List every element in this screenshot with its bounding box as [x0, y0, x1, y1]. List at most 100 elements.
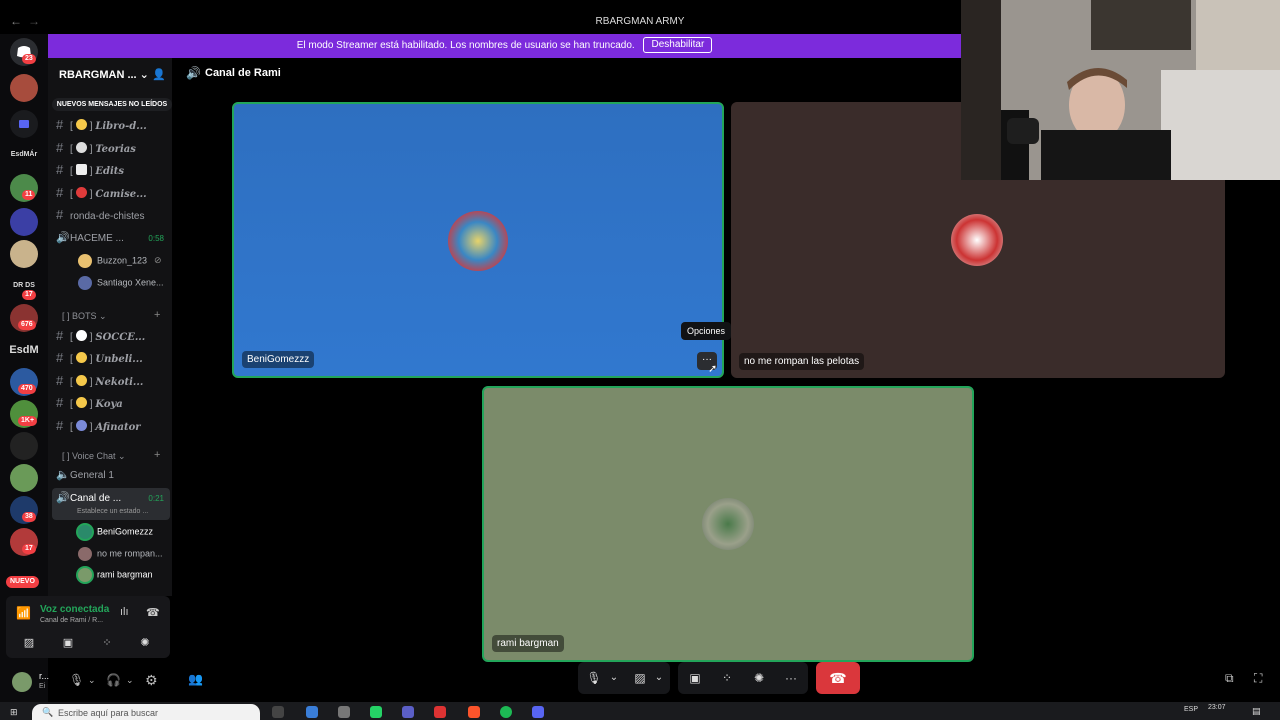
username[interactable]: r... — [39, 671, 49, 681]
video-tile[interactable]: rami bargman — [482, 386, 974, 662]
activities-icon[interactable]: ⁘ — [716, 662, 738, 694]
microphone-icon[interactable]: 🎙 — [586, 662, 602, 694]
category-voice-chat[interactable]: [ ] Voice Chat ⌄ — [62, 451, 126, 462]
app-icon[interactable] — [338, 706, 350, 718]
category-bots[interactable]: [ ] BOTS ⌄ — [62, 311, 107, 322]
headphones-icon[interactable]: 🎧 — [106, 673, 121, 687]
badge: 676 — [18, 320, 36, 330]
teams-icon[interactable] — [402, 706, 414, 718]
windows-taskbar: ⊞ 🔍 Escribe aquí para buscar ESP 23:07 ▤ — [0, 702, 1280, 720]
badge: 11 — [22, 190, 36, 200]
server-icon[interactable] — [10, 74, 38, 102]
notifications-icon[interactable]: ▤ — [1252, 706, 1261, 717]
soundboard-icon[interactable]: ✺ — [748, 662, 770, 694]
whatsapp-icon[interactable] — [370, 706, 382, 718]
brave-icon[interactable] — [468, 706, 480, 718]
hang-up-button[interactable]: ☎ — [816, 662, 860, 694]
chevron-down-icon[interactable]: ⌄ — [606, 662, 622, 694]
hash-icon: # — [56, 185, 64, 200]
add-channel-icon[interactable]: + — [154, 309, 160, 321]
emoji-icon — [75, 352, 87, 363]
chevron-down-icon[interactable]: ⌄ — [88, 675, 96, 686]
participant-name: BeniGomezzz — [242, 351, 315, 368]
badge: 1K+ — [18, 416, 38, 426]
avatar — [78, 547, 92, 561]
avatar — [702, 498, 754, 550]
control-group: ▣ ⁘ ✺ ··· — [678, 662, 808, 694]
hash-icon: # — [56, 373, 64, 388]
camera-off-icon[interactable]: ▨ — [14, 634, 44, 652]
voice-channel-item[interactable]: 🔈General 1 — [56, 465, 170, 485]
search-placeholder: Escribe aquí para buscar — [58, 708, 159, 718]
task-view-icon[interactable] — [272, 706, 284, 718]
folder-icon[interactable] — [10, 110, 38, 138]
noise-suppression-icon[interactable]: ılı — [120, 606, 129, 618]
windows-start-icon[interactable]: ⊞ — [10, 707, 18, 718]
cursor-icon: ➚ — [708, 363, 718, 375]
discord-icon[interactable] — [532, 706, 544, 718]
channel-item[interactable]: #[] Unbeli... — [56, 348, 170, 368]
channel-item[interactable]: #[] Afinator — [56, 416, 170, 436]
edge-icon[interactable] — [306, 706, 318, 718]
disconnect-icon[interactable]: ☎ — [146, 606, 160, 619]
voice-user[interactable]: Buzzon_123 — [78, 254, 147, 268]
channel-item[interactable]: #[] Libro-d... — [56, 115, 170, 135]
pop-out-icon[interactable]: ⧉ — [1225, 671, 1234, 686]
hash-icon: # — [56, 140, 64, 155]
emoji-icon — [75, 397, 87, 408]
server-icon[interactable] — [10, 240, 38, 268]
options-tooltip: Opciones — [681, 322, 732, 340]
channel-item[interactable]: #[] Teorias — [56, 138, 170, 158]
channel-item[interactable]: #[] SOCCE... — [56, 326, 170, 346]
voice-status[interactable]: Voz conectada — [40, 604, 109, 615]
signal-icon[interactable]: 📶 — [16, 606, 31, 620]
rail-label-esdmar: EsdMÁr — [10, 151, 38, 158]
badge: 23 — [22, 54, 36, 64]
chevron-down-icon[interactable]: ⌄ — [652, 662, 666, 694]
webcam-overlay — [961, 0, 1280, 180]
app-icon[interactable] — [434, 706, 446, 718]
more-options-icon[interactable]: ··· — [780, 662, 802, 694]
voice-user[interactable]: Santiago Xene... — [78, 276, 164, 290]
avatar — [78, 276, 92, 290]
avatar[interactable] — [12, 672, 32, 692]
screen-share-icon[interactable]: ▣ — [684, 662, 706, 694]
voice-user[interactable]: rami bargman — [78, 568, 153, 582]
add-people-icon[interactable]: 👥 — [188, 672, 203, 686]
taskbar-search[interactable]: 🔍 Escribe aquí para buscar — [32, 704, 260, 720]
voice-user[interactable]: BeniGomezzz — [78, 525, 153, 539]
server-icon[interactable] — [10, 464, 38, 492]
channel-item[interactable]: #[] Koya — [56, 393, 170, 413]
channel-item[interactable]: #[] Edits — [56, 160, 170, 180]
screen-share-icon[interactable]: ▣ — [53, 634, 83, 652]
server-icon[interactable] — [10, 432, 38, 460]
chevron-down-icon[interactable]: ⌄ — [126, 675, 134, 686]
microphone-icon[interactable]: 🎙 — [69, 673, 84, 687]
voice-timer: 0:21 — [148, 494, 164, 503]
hash-icon: # — [56, 395, 64, 410]
channel-status[interactable]: Establece un estado ... — [77, 508, 148, 515]
badge: 17 — [22, 290, 36, 300]
deafened-icon: ⊘ — [154, 255, 162, 265]
webcam-feed — [961, 0, 1280, 180]
camera-off-icon[interactable]: ▨ — [630, 662, 650, 694]
fullscreen-icon[interactable]: ⛶ — [1254, 671, 1262, 686]
language-indicator[interactable]: ESP — [1184, 706, 1198, 713]
new-messages-pill[interactable]: NUEVOS MENSAJES NO LEÍDOS — [52, 98, 172, 111]
activities-icon[interactable]: ⁘ — [92, 634, 122, 652]
invite-people-icon[interactable]: 👤 — [152, 68, 166, 81]
channel-item[interactable]: #[] Camise... — [56, 183, 170, 203]
disable-streamer-button[interactable]: Deshabilitar — [643, 37, 713, 54]
voice-channel-path[interactable]: Canal de Rami / R... — [40, 617, 103, 624]
server-icon[interactable] — [10, 208, 38, 236]
voice-user[interactable]: no me rompan... — [78, 547, 163, 561]
video-tile[interactable]: BeniGomezzz — [232, 102, 724, 378]
gear-icon[interactable]: ⚙ — [145, 672, 158, 689]
channel-item[interactable]: # ronda-de-chistes — [56, 205, 170, 225]
soundboard-icon[interactable]: ✺ — [130, 634, 160, 652]
server-header[interactable]: RBARGMAN ... ⌄ — [59, 68, 149, 81]
add-channel-icon[interactable]: + — [154, 449, 160, 461]
taskbar-clock[interactable]: 23:07 — [1208, 704, 1226, 711]
channel-item[interactable]: #[] Nekoti... — [56, 371, 170, 391]
spotify-icon[interactable] — [500, 706, 512, 718]
